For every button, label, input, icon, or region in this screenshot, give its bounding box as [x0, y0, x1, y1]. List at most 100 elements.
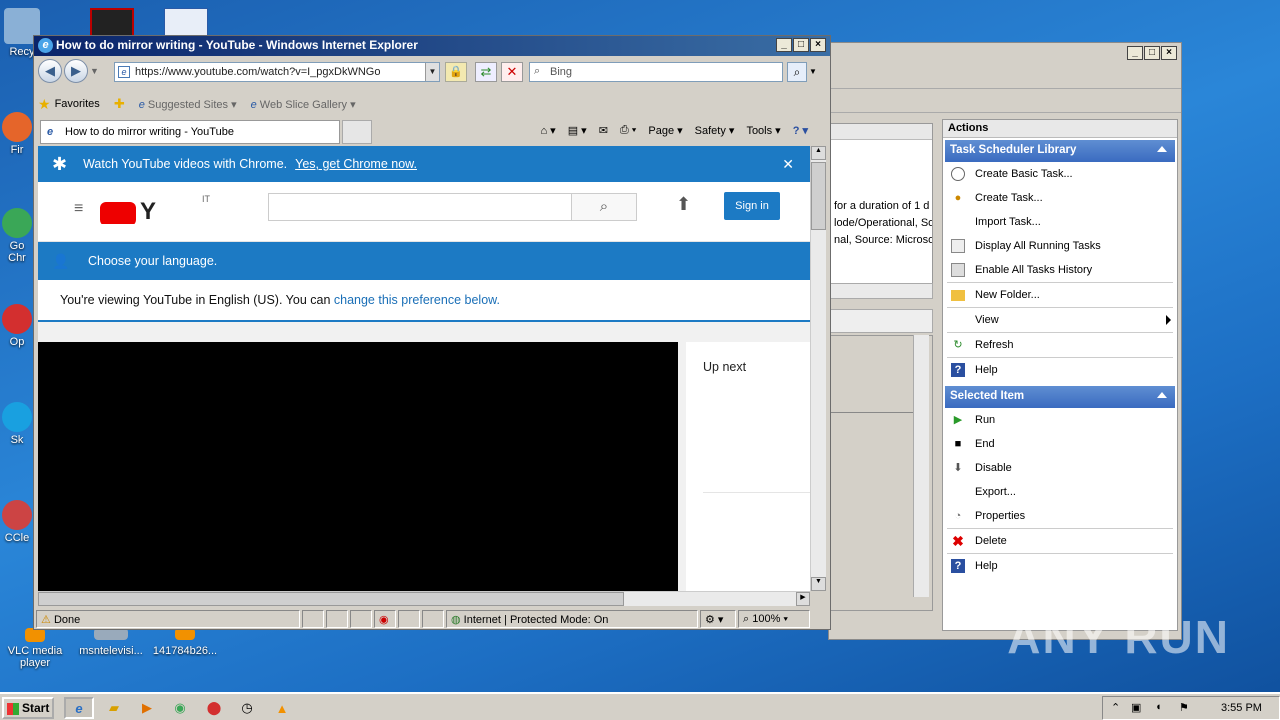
- ie-window[interactable]: e How to do mirror writing - YouTube - W…: [33, 35, 831, 630]
- action-create-basic-task[interactable]: Create Basic Task...: [943, 162, 1177, 186]
- close-button[interactable]: ×: [810, 38, 826, 52]
- desktop-icon-skype[interactable]: Sk: [0, 402, 34, 446]
- youtube-logo[interactable]: Y: [100, 200, 164, 224]
- forward-button[interactable]: ▶: [64, 59, 88, 83]
- action-new-folder[interactable]: New Folder...: [943, 283, 1177, 307]
- desktop-icon-ccleaner[interactable]: CCle: [0, 500, 34, 544]
- help-icon[interactable]: ? ▾: [793, 124, 808, 137]
- action-delete[interactable]: ✖ Delete: [943, 529, 1177, 553]
- clock[interactable]: 3:55 PM: [1221, 702, 1262, 714]
- word-icon[interactable]: [164, 8, 208, 38]
- action-help[interactable]: ? Help: [943, 358, 1177, 382]
- address-dropdown-icon[interactable]: ▼: [425, 63, 439, 81]
- vertical-scrollbar[interactable]: [913, 335, 929, 597]
- maximize-button[interactable]: □: [1144, 46, 1160, 60]
- show-hidden-icons[interactable]: ⌃: [1111, 701, 1120, 714]
- video-player[interactable]: [38, 342, 678, 591]
- taskbar-opera-button[interactable]: ⬤: [200, 697, 228, 719]
- search-button[interactable]: ⌕: [787, 62, 807, 82]
- maximize-button[interactable]: □: [793, 38, 809, 52]
- taskbar-clock-app-button[interactable]: ◷: [233, 697, 261, 719]
- action-help-selected[interactable]: ? Help: [943, 554, 1177, 578]
- pdf-icon[interactable]: [90, 8, 134, 38]
- section-task-scheduler-library[interactable]: Task Scheduler Library: [945, 140, 1175, 162]
- tab-active[interactable]: e How to do mirror writing - YouTube: [40, 120, 340, 144]
- action-properties[interactable]: ◔ Properties: [943, 504, 1177, 528]
- network-icon[interactable]: ▣: [1131, 701, 1141, 714]
- zoom-control[interactable]: ⌕ 100% ▾: [738, 610, 810, 628]
- action-end[interactable]: ■ End: [943, 432, 1177, 456]
- flag-icon[interactable]: ⚑: [1179, 701, 1189, 714]
- address-bar[interactable]: e https://www.youtube.com/watch?v=I_pgxD…: [114, 62, 440, 82]
- add-favorites-icon[interactable]: ✚: [114, 96, 125, 112]
- desktop-icon-opera[interactable]: Op: [0, 304, 34, 348]
- action-refresh[interactable]: ↻ Refresh: [943, 333, 1177, 357]
- home-icon[interactable]: ⌂ ▾: [540, 124, 555, 137]
- favorites-button[interactable]: ★ Favorites: [38, 96, 100, 113]
- taskbar-ie-button[interactable]: e: [64, 697, 94, 719]
- action-run[interactable]: ▶ Run: [943, 408, 1177, 432]
- search-input[interactable]: ⌕ Bing: [529, 62, 783, 82]
- lock-icon[interactable]: 🔒: [445, 62, 467, 82]
- taskbar-explorer-button[interactable]: ▰: [100, 697, 128, 719]
- change-preference-link[interactable]: change this preference below.: [334, 293, 500, 307]
- youtube-search-button[interactable]: ⌕: [571, 193, 637, 221]
- menu-icon[interactable]: ≡: [74, 200, 83, 218]
- scroll-up-button[interactable]: ▲: [811, 146, 826, 160]
- taskbar-chrome-button[interactable]: ◉: [166, 697, 194, 719]
- safety-menu[interactable]: Safety ▾: [695, 124, 735, 137]
- task-scheduler-window[interactable]: _ □ × for a duration of 1 d lode/Operati…: [828, 42, 1182, 640]
- tools-menu[interactable]: Tools ▾: [746, 124, 780, 137]
- chrome-banner-link[interactable]: Yes, get Chrome now.: [295, 157, 417, 171]
- minimize-button[interactable]: _: [1127, 46, 1143, 60]
- refresh-icon[interactable]: ⇄: [475, 62, 497, 82]
- minimize-button[interactable]: _: [776, 38, 792, 52]
- scroll-thumb[interactable]: [811, 162, 826, 230]
- close-icon[interactable]: ✕: [782, 156, 794, 173]
- desktop-icon-chrome[interactable]: Go Chr: [0, 208, 34, 264]
- sign-in-button[interactable]: Sign in: [724, 192, 780, 220]
- suggested-sites-link[interactable]: e Suggested Sites ▾: [139, 98, 237, 111]
- collapse-icon[interactable]: [1157, 392, 1167, 398]
- vertical-scrollbar[interactable]: ▲ ▼: [810, 146, 826, 591]
- taskbar-media-player-button[interactable]: ▶: [133, 697, 161, 719]
- ie-title-bar[interactable]: e How to do mirror writing - YouTube - W…: [34, 36, 830, 56]
- scroll-right-button[interactable]: ▶: [796, 592, 810, 606]
- desktop-icon-file[interactable]: 141784b26...: [150, 628, 220, 657]
- section-selected-item[interactable]: Selected Item: [945, 386, 1175, 408]
- action-export[interactable]: Export...: [943, 480, 1177, 504]
- stop-icon[interactable]: ✕: [501, 62, 523, 82]
- action-create-task[interactable]: ● Create Task...: [943, 186, 1177, 210]
- protected-mode-icon[interactable]: ⚙ ▾: [700, 610, 736, 628]
- action-import-task[interactable]: Import Task...: [943, 210, 1177, 234]
- scroll-thumb[interactable]: [38, 592, 624, 606]
- action-display-running-tasks[interactable]: Display All Running Tasks: [943, 234, 1177, 258]
- collapse-icon[interactable]: [1157, 146, 1167, 152]
- back-button[interactable]: ◀: [38, 59, 62, 83]
- desktop-icon-vlc[interactable]: VLC media player: [0, 628, 70, 669]
- desktop-icon-firefox[interactable]: Fir: [0, 112, 34, 156]
- youtube-search-input[interactable]: [268, 193, 572, 221]
- desktop-icon-msn[interactable]: msntelevisi...: [76, 628, 146, 657]
- horizontal-scrollbar[interactable]: [829, 283, 933, 299]
- action-view[interactable]: View: [943, 308, 1177, 332]
- close-button[interactable]: ×: [1161, 46, 1177, 60]
- chevron-down-icon[interactable]: ▼: [90, 59, 99, 83]
- volume-icon[interactable]: ◖: [1155, 701, 1162, 713]
- start-button[interactable]: Start: [2, 697, 54, 719]
- horizontal-scrollbar[interactable]: ▶: [38, 591, 810, 606]
- page-menu[interactable]: Page ▾: [648, 124, 682, 137]
- rss-icon[interactable]: ▤ ▾: [568, 124, 587, 137]
- action-enable-history[interactable]: Enable All Tasks History: [943, 258, 1177, 282]
- privacy-icon[interactable]: ◉: [374, 610, 396, 628]
- mail-icon[interactable]: ✉: [599, 124, 608, 137]
- print-icon[interactable]: ⎙ ▾: [620, 124, 636, 137]
- new-tab-button[interactable]: [342, 120, 372, 144]
- scroll-down-button[interactable]: ▼: [811, 577, 826, 591]
- taskbar-vlc-button[interactable]: ▲: [268, 697, 296, 719]
- upload-icon[interactable]: ⬆: [676, 194, 691, 215]
- search-options-icon[interactable]: ▼: [809, 62, 821, 82]
- zone-indicator[interactable]: ◍ Internet | Protected Mode: On: [446, 610, 698, 628]
- action-disable[interactable]: ⬇ Disable: [943, 456, 1177, 480]
- web-slice-gallery-link[interactable]: e Web Slice Gallery ▾: [251, 98, 356, 111]
